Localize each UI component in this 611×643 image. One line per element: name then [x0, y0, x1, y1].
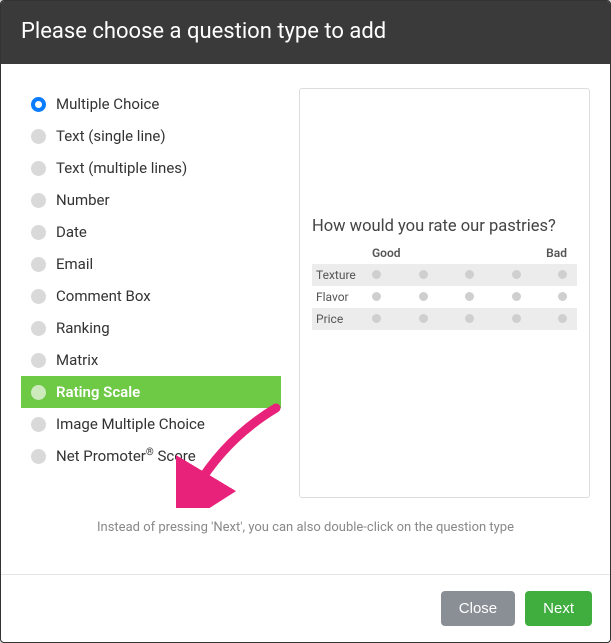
radio-icon [31, 289, 46, 304]
rating-dot [372, 314, 381, 323]
question-type-modal: Please choose a question type to add Mul… [0, 0, 611, 643]
preview-row-dots [366, 270, 573, 279]
preview-scale-right: Bad [546, 246, 567, 260]
radio-icon [31, 353, 46, 368]
preview-rating-row: Price [312, 308, 577, 330]
type-option-nps[interactable]: Net Promoter® Score [21, 440, 281, 472]
radio-icon [31, 161, 46, 176]
type-option-number[interactable]: Number [21, 184, 281, 216]
rating-dot [512, 270, 521, 279]
type-option-label: Rating Scale [56, 383, 140, 401]
rating-dot [558, 314, 567, 323]
type-option-multiple-choice[interactable]: Multiple Choice [21, 88, 281, 120]
rating-dot [372, 270, 381, 279]
rating-dot [558, 292, 567, 301]
type-option-comment-box[interactable]: Comment Box [21, 280, 281, 312]
type-option-label: Comment Box [56, 287, 151, 305]
rating-dot [465, 270, 474, 279]
rating-dot [419, 292, 428, 301]
type-option-rating-scale[interactable]: Rating Scale [21, 376, 281, 408]
rating-dot [465, 314, 474, 323]
close-button[interactable]: Close [441, 591, 515, 626]
preview-scale-left: Good [372, 246, 401, 260]
preview-row-dots [366, 292, 573, 301]
type-option-image-mc[interactable]: Image Multiple Choice [21, 408, 281, 440]
radio-icon [31, 225, 46, 240]
preview-row-label: Texture [316, 268, 366, 282]
rating-dot [372, 292, 381, 301]
preview-row-label: Price [316, 312, 366, 326]
preview-scale-header: Good Bad [312, 246, 577, 264]
hint-text: Instead of pressing 'Next', you can also… [21, 520, 590, 535]
rating-dot [419, 314, 428, 323]
preview-rating-row: Texture [312, 264, 577, 286]
type-option-text-single[interactable]: Text (single line) [21, 120, 281, 152]
radio-icon [31, 193, 46, 208]
rating-dot [558, 270, 567, 279]
type-option-label: Number [56, 191, 110, 209]
type-option-email[interactable]: Email [21, 248, 281, 280]
radio-icon [31, 417, 46, 432]
modal-footer: Close Next [1, 574, 610, 642]
preview-question: How would you rate our pastries? [312, 217, 577, 236]
preview-panel: How would you rate our pastries? Good Ba… [299, 88, 590, 498]
type-option-label: Email [56, 255, 93, 273]
radio-icon [31, 385, 46, 400]
preview-row-label: Flavor [316, 290, 366, 304]
preview-row-dots [366, 314, 573, 323]
type-option-text-multi[interactable]: Text (multiple lines) [21, 152, 281, 184]
radio-icon [31, 129, 46, 144]
type-option-label: Text (single line) [56, 127, 166, 145]
rating-dot [419, 270, 428, 279]
type-option-label: Image Multiple Choice [56, 415, 205, 433]
rating-dot [512, 314, 521, 323]
type-option-label: Multiple Choice [56, 95, 159, 113]
type-option-label: Text (multiple lines) [56, 159, 187, 177]
type-option-label: Matrix [56, 351, 98, 369]
rating-dot [465, 292, 474, 301]
type-option-ranking[interactable]: Ranking [21, 312, 281, 344]
type-option-label: Date [56, 223, 87, 241]
radio-icon [31, 449, 46, 464]
type-option-date[interactable]: Date [21, 216, 281, 248]
question-type-list: Multiple Choice Text (single line) Text (m… [21, 88, 281, 498]
modal-body: Multiple Choice Text (single line) Text (m… [1, 68, 610, 574]
type-option-label: Ranking [56, 319, 110, 337]
preview-rating-row: Flavor [312, 286, 577, 308]
type-option-matrix[interactable]: Matrix [21, 344, 281, 376]
radio-icon [31, 321, 46, 336]
radio-icon [31, 97, 46, 112]
type-option-label: Net Promoter® Score [56, 447, 196, 465]
radio-icon [31, 257, 46, 272]
rating-dot [512, 292, 521, 301]
next-button[interactable]: Next [525, 591, 592, 626]
modal-title: Please choose a question type to add [1, 1, 610, 68]
